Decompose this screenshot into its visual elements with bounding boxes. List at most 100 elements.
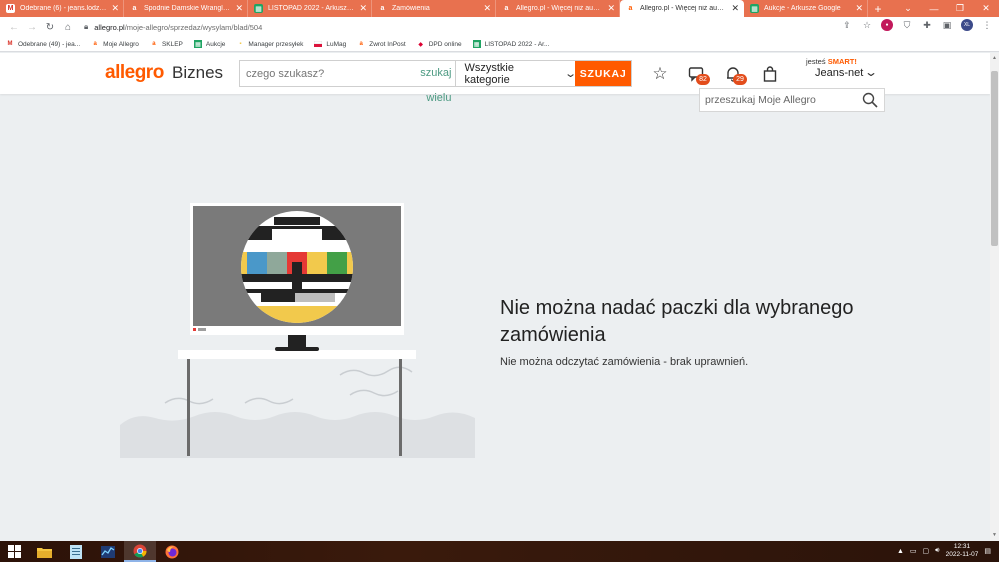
back-icon[interactable]: ← <box>6 19 22 35</box>
smart-status: jesteś SMART! <box>806 57 857 66</box>
dpd-icon: ◆ <box>418 41 424 48</box>
bookmark-item[interactable]: ▦ Aukcje <box>193 40 226 48</box>
tray-chevron-up-icon[interactable]: ▲ <box>897 548 904 555</box>
bookmark-item[interactable]: ▦ LISTOPAD 2022 - Ar... <box>472 40 549 48</box>
flag-icon <box>314 40 323 48</box>
bookmark-label: Aukcje <box>205 40 226 48</box>
my-allegro-search-input[interactable] <box>705 94 855 106</box>
url-path: /moje-allegro/sprzedaz/wysylam/blad/504 <box>124 22 263 32</box>
minimize-icon[interactable]: — <box>921 0 947 17</box>
chevron-down-icon[interactable]: ⌄ <box>864 65 878 79</box>
error-title: Nie można nadać paczki dla wybranego zam… <box>500 297 854 346</box>
browser-tab[interactable]: a Spodnie Damskie Wrangler Courte ✕ <box>124 0 248 17</box>
close-icon[interactable]: ✕ <box>607 3 615 13</box>
close-icon[interactable]: ✕ <box>235 3 243 13</box>
toolbar-actions: ⇪ ☆ ● ⛉ ✚ ▣ XL ⋮ <box>841 19 993 31</box>
bookmark-item[interactable]: LuMag <box>314 40 346 48</box>
bookmark-label: LuMag <box>326 40 347 48</box>
smart-prefix: jesteś <box>806 57 828 66</box>
new-tab-button[interactable]: + <box>868 0 888 17</box>
search-icon[interactable] <box>862 92 878 111</box>
allegro-icon: a <box>152 41 156 47</box>
profile-avatar[interactable]: XL <box>961 19 973 31</box>
bookmark-item[interactable]: ◆ DPD online <box>417 40 461 48</box>
tab-label: LISTOPAD 2022 - Arkusze Google <box>268 5 355 12</box>
close-icon[interactable]: ✕ <box>483 3 491 13</box>
clock-time: 12:31 <box>953 543 971 550</box>
restore-icon[interactable]: ❐ <box>947 0 973 17</box>
share-icon[interactable]: ⇪ <box>841 19 853 31</box>
cart-icon[interactable] <box>760 64 780 84</box>
page-scrollbar[interactable]: ▲ ▼ <box>990 53 999 541</box>
monitor-icon[interactable]: ▢ <box>923 547 930 555</box>
bookmark-item[interactable]: a Zwrot InPost <box>357 40 406 48</box>
package-icon: ▪ <box>239 41 242 47</box>
taskbar-clock[interactable]: 12:31 2022-11-07 <box>946 543 979 559</box>
tab-label: Spodnie Damskie Wrangler Courte <box>144 5 231 12</box>
firefox-icon[interactable] <box>156 541 188 562</box>
browser-tab[interactable]: ▦ Aukcje - Arkusze Google ✕ <box>744 0 868 17</box>
search-button[interactable]: SZUKAJ <box>575 61 632 86</box>
scroll-thumb[interactable] <box>991 71 998 246</box>
windows-start-icon[interactable] <box>0 541 28 562</box>
allegro-icon: a <box>93 41 97 47</box>
forward-icon[interactable]: → <box>24 19 40 35</box>
sheets-icon: ▦ <box>254 4 263 13</box>
home-icon[interactable]: ⌂ <box>60 19 76 35</box>
tab-search-icon[interactable]: ⌄ <box>895 0 921 17</box>
task-manager-icon[interactable] <box>92 541 124 562</box>
scroll-up-icon[interactable]: ▲ <box>991 55 998 62</box>
bookmark-label: SKLEP <box>161 40 183 48</box>
scroll-down-icon[interactable]: ▼ <box>991 532 998 539</box>
bookmark-item[interactable]: a SKLEP <box>150 40 183 48</box>
allegro-icon: a <box>132 5 137 12</box>
browser-toolbar: ← → ↻ ⌂ 🔒︎ allegro.pl/moje-allegro/sprze… <box>0 17 999 37</box>
browser-tab-active[interactable]: a Allegro.pl - Więcej niż aukcje. Na ✕ <box>620 0 744 17</box>
notepad-icon[interactable] <box>60 541 92 562</box>
bookmark-item[interactable]: ▪ Manager przesyłek <box>236 40 303 48</box>
bookmark-label: Odebrane (49) - jea... <box>18 40 81 48</box>
messages-icon[interactable]: 82 <box>686 64 710 85</box>
notifications-icon[interactable]: ▤ <box>984 547 991 555</box>
extension-icon[interactable]: ● <box>881 19 893 31</box>
bookmark-item[interactable]: M Odebrane (49) - jea... <box>6 40 81 48</box>
user-name[interactable]: Jeans-net <box>815 67 863 79</box>
tab-label: Zamówienia <box>392 5 430 12</box>
close-icon[interactable]: ✕ <box>731 3 739 13</box>
lock-icon: 🔒︎ <box>84 22 89 31</box>
chevron-down-icon: ⌄ <box>564 68 578 80</box>
browser-tab[interactable]: a Zamówienia ✕ <box>372 0 496 17</box>
logo-subtitle: Biznes <box>172 63 224 82</box>
file-explorer-icon[interactable] <box>28 541 60 562</box>
chrome-icon[interactable] <box>124 541 156 562</box>
volume-icon[interactable]: 🔊︎ <box>935 547 939 555</box>
browser-tab[interactable]: a Allegro.pl - Więcej niż aukcje. Na ✕ <box>496 0 620 17</box>
close-icon[interactable]: ✕ <box>359 3 367 13</box>
browser-tab[interactable]: ▦ LISTOPAD 2022 - Arkusze Google ✕ <box>248 0 372 17</box>
close-icon[interactable]: ✕ <box>111 3 119 13</box>
category-select[interactable]: Wszystkie kategorie ⌄ <box>455 61 578 86</box>
address-bar[interactable]: 🔒︎ allegro.pl/moje-allegro/sprzedaz/wysy… <box>84 19 864 35</box>
close-window-icon[interactable]: ✕ <box>973 0 999 17</box>
star-icon[interactable]: ☆ <box>650 64 670 84</box>
puzzle-icon[interactable]: ✚ <box>921 19 933 31</box>
menu-icon[interactable]: ⋮ <box>981 19 993 31</box>
search-input[interactable] <box>240 61 398 86</box>
sidebar-icon[interactable]: ▣ <box>941 19 953 31</box>
windows-taskbar: ▲ ▭ ▢ 🔊︎ 12:31 2022-11-07 ▤ <box>0 541 999 562</box>
network-icon[interactable]: ▭ <box>910 547 917 555</box>
search-many-link[interactable]: szukaj wielu <box>398 61 456 104</box>
reload-icon[interactable]: ↻ <box>42 19 58 35</box>
bell-icon[interactable]: 29 <box>723 64 747 85</box>
allegro-logo[interactable]: allegro <box>105 62 164 84</box>
sheets-icon: ▦ <box>193 40 202 48</box>
bookmark-label: Manager przesyłek <box>248 40 304 48</box>
close-icon[interactable]: ✕ <box>855 3 863 13</box>
shield-icon[interactable]: ⛉ <box>901 19 913 31</box>
notifications-count-badge: 29 <box>733 74 747 85</box>
allegro-icon: a <box>504 5 509 12</box>
bookmark-item[interactable]: a Moje Allegro <box>91 40 138 48</box>
category-label: Wszystkie kategorie <box>464 61 514 86</box>
browser-tab[interactable]: M Odebrane (6) - jeans.lodz@gmail.c ✕ <box>0 0 124 17</box>
bookmark-star-icon[interactable]: ☆ <box>861 19 873 31</box>
